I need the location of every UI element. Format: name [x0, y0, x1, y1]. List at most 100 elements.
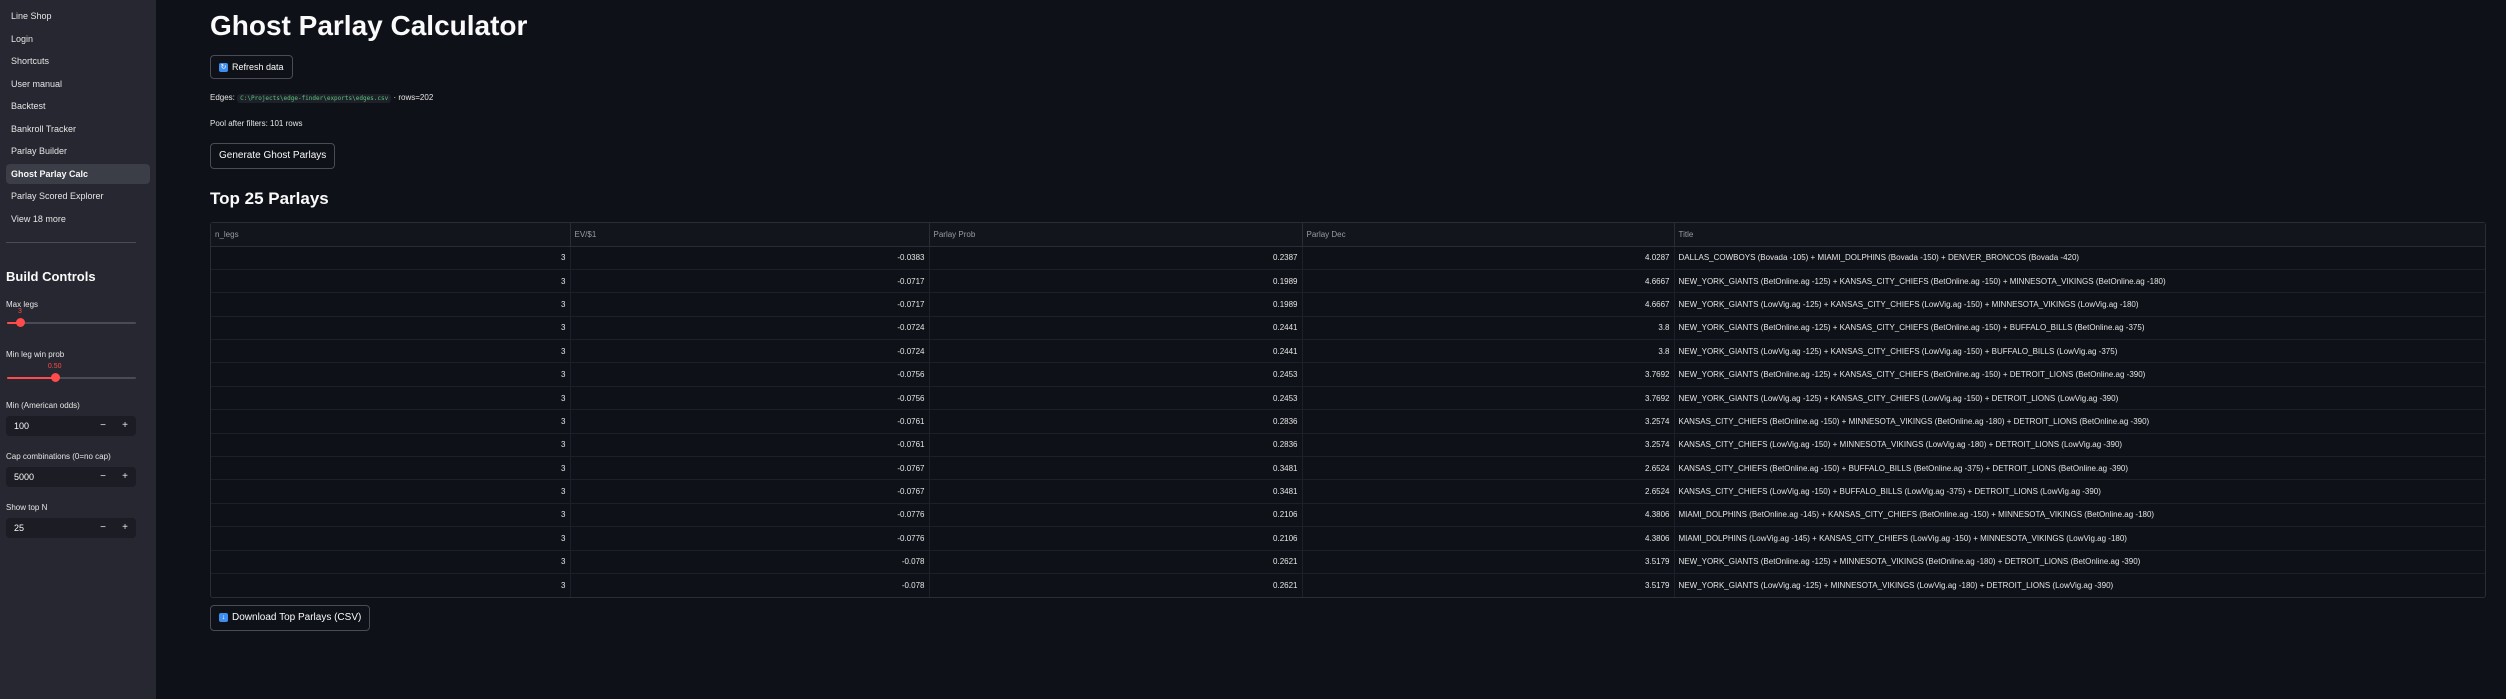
table-cell: KANSAS_CITY_CHIEFS (LowVig.ag -150) + BU… — [1674, 479, 2485, 504]
cap-combinations-value[interactable]: 5000 — [6, 472, 92, 482]
sidebar: Line Shop Login Shortcuts User manual Backte… — [0, 0, 156, 699]
table-cell: 3.5179 — [1302, 573, 1675, 597]
sidebar-nav-item[interactable]: Ghost Parlay Calc — [6, 163, 150, 184]
table-cell: 3 — [211, 550, 571, 574]
show-top-n-input[interactable]: 25 − + — [6, 518, 136, 538]
table-cell: -0.0383 — [570, 246, 930, 270]
table-cell: DALLAS_COWBOYS (Bovada -105) + MIAMI_DOL… — [1674, 246, 2485, 270]
sidebar-nav-item[interactable]: Login — [6, 29, 150, 49]
decrement-button[interactable]: − — [92, 416, 114, 436]
sidebar-nav-item[interactable]: Parlay Builder — [6, 141, 150, 161]
sidebar-nav-item[interactable]: Parlay Scored Explorer — [6, 186, 150, 206]
edges-info: Edges: C:\Projects\edge-finder\exports\e… — [210, 93, 433, 103]
table-cell: 0.2453 — [929, 362, 1303, 387]
table-cell: NEW_YORK_GIANTS (LowVig.ag -125) + MINNE… — [1678, 580, 2114, 590]
increment-button[interactable]: + — [114, 416, 136, 436]
table-cell: 3 — [211, 362, 571, 387]
min-leg-win-prob-slider[interactable]: 0.50 — [7, 363, 136, 383]
slider-thumb[interactable] — [15, 318, 25, 327]
refresh-data-label: Refresh data — [232, 62, 284, 72]
sidebar-nav-item[interactable]: Shortcuts — [6, 51, 150, 71]
table-cell: 3.5179 — [1302, 550, 1675, 574]
table-cell: 0.2836 — [929, 433, 1303, 458]
table-cell: 0.1989 — [929, 269, 1303, 294]
sidebar-nav-item[interactable]: Bankroll Tracker — [6, 119, 150, 139]
decrement-button[interactable]: − — [92, 467, 114, 487]
table-row[interactable]: 3 -0.078 0.2621 3.5179 NEW_YORK_GIANTS (LowV… — [211, 573, 2485, 597]
table-cell: 3 — [211, 479, 571, 504]
table-cell: 3 — [211, 386, 571, 411]
edges-label: Edges: — [210, 93, 235, 102]
table-cell: -0.078 — [570, 573, 930, 597]
table-cell: KANSAS_CITY_CHIEFS (BetOnline.ag -150) +… — [1674, 409, 2485, 434]
table-cell: 2.6524 — [1302, 456, 1675, 481]
min-american-odds-value[interactable]: 100 — [6, 421, 92, 431]
table-cell: -0.0767 — [570, 456, 930, 481]
table-row[interactable]: 3 -0.0724 0.2441 3.8 NEW_YORK_GIANTS (BetOnl… — [211, 316, 2485, 341]
table-row[interactable]: 3 -0.0724 0.2441 3.8 NEW_YORK_GIANTS (LowVig… — [211, 339, 2485, 364]
table-cell: MIAMI_DOLPHINS (LowVig.ag -145) + KANSAS… — [1674, 526, 2485, 551]
table-cell: -0.0756 — [570, 386, 930, 411]
sidebar-divider — [6, 242, 136, 243]
show-top-n-value[interactable]: 25 — [6, 523, 92, 533]
table-row[interactable]: 3 -0.078 0.2621 3.5179 NEW_YORK_GIANTS (BetO… — [211, 550, 2485, 574]
table-cell: KANSAS_CITY_CHIEFS (LowVig.ag -150) + MI… — [1674, 433, 2485, 458]
table-cell: 0.2106 — [929, 503, 1303, 528]
table-cell: -0.0717 — [570, 292, 930, 317]
column-header[interactable]: Parlay Prob — [929, 223, 1303, 247]
cap-combinations-label: Cap combinations (0=no cap) — [6, 452, 111, 461]
show-top-n-label: Show top N — [6, 503, 48, 512]
table-row[interactable]: 3 -0.0767 0.3481 2.6524 KANSAS_CITY_CHIEFS (… — [211, 456, 2485, 481]
column-header[interactable]: Title — [1674, 223, 2485, 247]
decrement-button[interactable]: − — [92, 518, 114, 538]
table-cell: 0.1989 — [929, 292, 1303, 317]
table-row[interactable]: 3 -0.0717 0.1989 4.6667 NEW_YORK_GIANTS (Bet… — [211, 269, 2485, 294]
table-cell: 3.2574 — [1302, 433, 1675, 458]
increment-button[interactable]: + — [114, 467, 136, 487]
generate-ghost-parlays-button[interactable]: Generate Ghost Parlays — [210, 143, 336, 169]
sidebar-nav-item[interactable]: User manual — [6, 74, 150, 94]
parlays-table[interactable]: n_legs EV/$1 Parlay Prob Parlay Dec Title 3-… — [210, 222, 2486, 598]
table-body: 3 -0.0383 0.2387 4.0287 DALLAS_COWBOYS (Bova… — [211, 246, 2485, 597]
table-row[interactable]: 3 -0.0776 0.2106 4.3806 MIAMI_DOLPHINS (BetO… — [211, 503, 2485, 528]
table-row[interactable]: 3 -0.0761 0.2836 3.2574 KANSAS_CITY_CHIEFS (… — [211, 409, 2485, 434]
table-row[interactable]: 3 -0.0756 0.2453 3.7692 NEW_YORK_GIANTS (Bet… — [211, 362, 2485, 387]
max-legs-slider[interactable]: 3 — [7, 308, 136, 328]
table-cell: 0.2836 — [929, 409, 1303, 434]
table-cell: 0.3481 — [929, 456, 1303, 481]
table-row[interactable]: 3 -0.0761 0.2836 3.2574 KANSAS_CITY_CHIEFS (… — [211, 433, 2485, 458]
table-cell: 3 — [211, 503, 571, 528]
table-row[interactable]: 3 -0.0383 0.2387 4.0287 DALLAS_COWBOYS (Bova… — [211, 246, 2485, 270]
table-row[interactable]: 3 -0.0776 0.2106 4.3806 MIAMI_DOLPHINS (LowV… — [211, 526, 2485, 551]
slider-thumb[interactable] — [50, 373, 60, 382]
view-more-link[interactable]: View 18 more — [6, 209, 150, 229]
min-american-odds-input[interactable]: 100 − + — [6, 416, 136, 436]
column-header[interactable]: Parlay Dec — [1302, 223, 1675, 247]
table-cell: 4.3806 — [1302, 526, 1675, 551]
column-header[interactable]: n_legs — [211, 223, 571, 247]
page-title: Ghost Parlay Calculator — [210, 10, 528, 41]
table-cell: -0.0776 — [570, 503, 930, 528]
max-legs-label: Max legs — [6, 300, 39, 309]
column-header[interactable]: EV/$1 — [570, 223, 930, 247]
table-cell: 3 — [211, 269, 571, 294]
table-row[interactable]: 3 -0.0767 0.3481 2.6524 KANSAS_CITY_CHIEFS (… — [211, 479, 2485, 504]
min-leg-win-prob-label: Min leg win prob — [6, 350, 65, 359]
table-cell: 3 — [211, 456, 571, 481]
download-icon: ↓ — [219, 612, 228, 622]
sidebar-nav-item[interactable]: Line Shop — [6, 6, 150, 26]
increment-button[interactable]: + — [114, 518, 136, 538]
pool-text: Pool after filters: 101 rows — [210, 119, 303, 128]
cap-combinations-input[interactable]: 5000 − + — [6, 467, 136, 487]
table-cell: -0.0761 — [570, 409, 930, 434]
table-cell: 0.2621 — [929, 550, 1303, 574]
table-row[interactable]: 3 -0.0756 0.2453 3.7692 NEW_YORK_GIANTS (Low… — [211, 386, 2485, 411]
min-leg-win-prob-value: 0.50 — [47, 363, 62, 370]
table-row[interactable]: 3 -0.0717 0.1989 4.6667 NEW_YORK_GIANTS (Low… — [211, 292, 2485, 317]
table-cell: 0.2621 — [929, 573, 1303, 597]
table-cell: 3 — [211, 246, 571, 270]
refresh-data-button[interactable]: ↻ Refresh data — [210, 55, 293, 79]
sidebar-nav-item[interactable]: Backtest — [6, 96, 150, 116]
top-parlays-header: Top 25 Parlays — [210, 189, 329, 208]
download-csv-button[interactable]: ↓ Download Top Parlays (CSV) — [210, 605, 371, 631]
